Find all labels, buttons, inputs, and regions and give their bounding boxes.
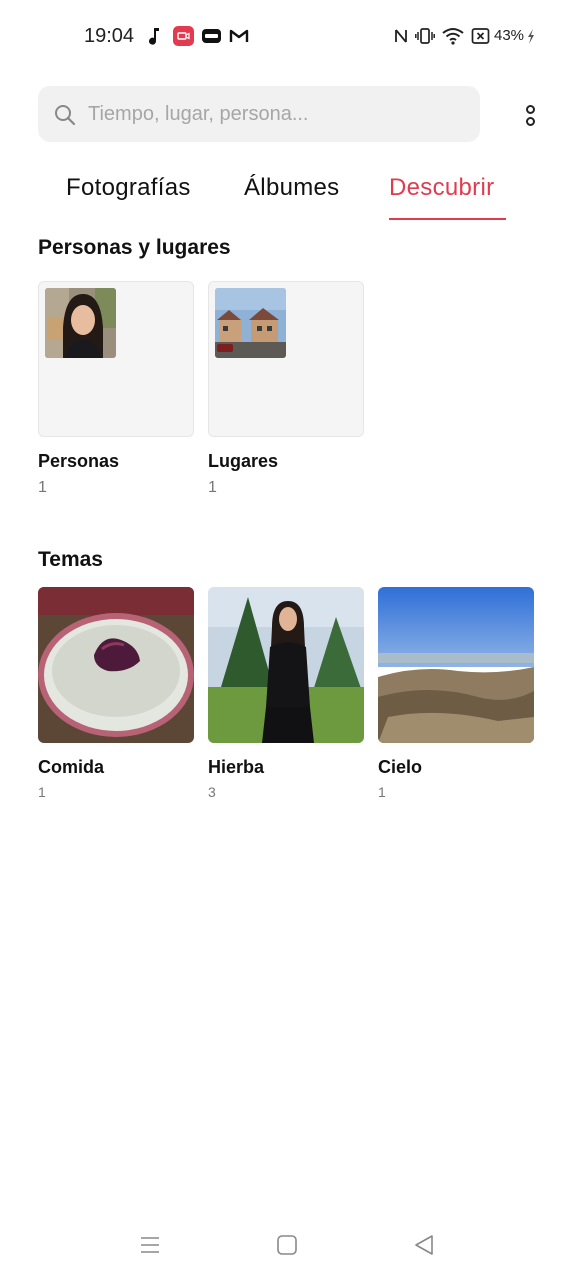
tab-descubrir[interactable]: Descubrir [389,174,494,202]
vibrate-icon [415,26,435,46]
section-title-topics: Temas [38,548,103,571]
recent-apps-button[interactable] [137,1232,163,1258]
places-card[interactable] [208,281,364,437]
topic-label-hierba: Hierba [208,757,265,777]
screen-record-icon [173,26,194,46]
square-icon [277,1235,297,1255]
search-bar[interactable] [38,86,480,142]
wallet-icon [201,26,222,46]
status-time: 19:04 [84,25,135,47]
people-label: Personas [38,451,120,471]
status-bar: 19:04 43% [0,0,573,72]
sim-icon [471,26,490,46]
charging-icon [526,26,536,46]
menu-icon [141,1237,159,1253]
wifi-icon [442,26,464,46]
battery-percentage: 43% [494,27,525,44]
music-note-icon [148,26,162,46]
tab-fotografias[interactable]: Fotografías [66,174,191,202]
topic-card-cielo[interactable] [378,587,534,743]
nfc-icon [393,26,409,46]
search-icon [54,104,76,126]
topic-card-hierba[interactable] [208,587,364,743]
topic-label-cielo: Cielo [378,757,423,777]
places-label: Lugares [208,451,279,471]
back-button[interactable] [411,1232,437,1258]
search-input[interactable] [88,102,468,126]
more-options-button[interactable] [516,100,544,130]
person-thumbnail [45,288,116,358]
topic-count-cielo: 1 [378,784,386,800]
gmail-icon [229,26,249,46]
more-options-icon [525,104,535,114]
people-card[interactable] [38,281,194,437]
place-thumbnail [215,288,286,358]
places-count: 1 [208,479,217,496]
topic-count-hierba: 3 [208,784,216,800]
topic-label-comida: Comida [38,757,105,777]
topic-count-comida: 1 [38,784,46,800]
more-options-icon-dot [525,116,535,126]
topic-card-comida[interactable] [38,587,194,743]
people-count: 1 [38,479,47,496]
back-triangle-icon [415,1235,433,1255]
section-title-people-places: Personas y lugares [38,236,231,259]
active-tab-indicator [389,218,506,220]
tab-albumes[interactable]: Álbumes [244,174,339,202]
home-button[interactable] [274,1232,300,1258]
